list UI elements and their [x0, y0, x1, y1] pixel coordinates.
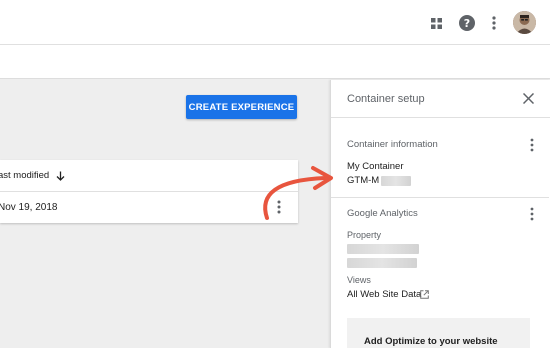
help-icon[interactable]: ?: [457, 13, 477, 33]
container-name: My Container: [347, 161, 404, 172]
table-row[interactable]: Nov 19, 2018: [0, 192, 298, 222]
arrow-down-icon[interactable]: [56, 171, 65, 181]
container-id-redacted: [381, 176, 411, 186]
open-in-new-icon[interactable]: [420, 290, 429, 299]
last-modified-date: Nov 19, 2018: [0, 201, 58, 213]
table-header[interactable]: ast modified: [0, 160, 298, 192]
panel-header: Container setup: [331, 80, 550, 118]
user-avatar[interactable]: [513, 11, 536, 34]
views-label: Views: [347, 275, 371, 285]
add-optimize-title: Add Optimize to your website: [364, 336, 498, 347]
property-label: Property: [347, 230, 382, 240]
property-id-redacted: [347, 258, 417, 268]
svg-text:?: ?: [464, 17, 470, 30]
last-modified-column-header[interactable]: ast modified: [0, 170, 49, 181]
property-name-redacted: [347, 244, 419, 254]
panel-title: Container setup: [347, 93, 425, 105]
container-setup-panel: Container setup Container information My…: [330, 80, 550, 348]
google-analytics-heading: Google Analytics: [347, 208, 418, 219]
add-optimize-card[interactable]: Add Optimize to your website: [347, 318, 530, 348]
more-vert-icon[interactable]: [484, 13, 504, 33]
container-information-heading: Container information: [347, 139, 438, 150]
create-experience-button[interactable]: CREATE EXPERIENCE: [186, 95, 297, 119]
container-id: GTM-M: [347, 175, 380, 186]
top-app-bar: ?: [0, 0, 550, 45]
views-value-link[interactable]: All Web Site Data: [347, 289, 421, 300]
experiences-table: ast modified Nov 19, 2018: [0, 160, 298, 223]
apps-grid-icon[interactable]: [426, 13, 446, 33]
container-info-more-icon[interactable]: [529, 138, 535, 152]
section-divider: [331, 197, 549, 198]
analytics-more-icon[interactable]: [529, 207, 535, 221]
close-icon[interactable]: [523, 93, 534, 104]
annotation-arrow-icon: [263, 166, 333, 220]
secondary-toolbar: [0, 45, 550, 79]
